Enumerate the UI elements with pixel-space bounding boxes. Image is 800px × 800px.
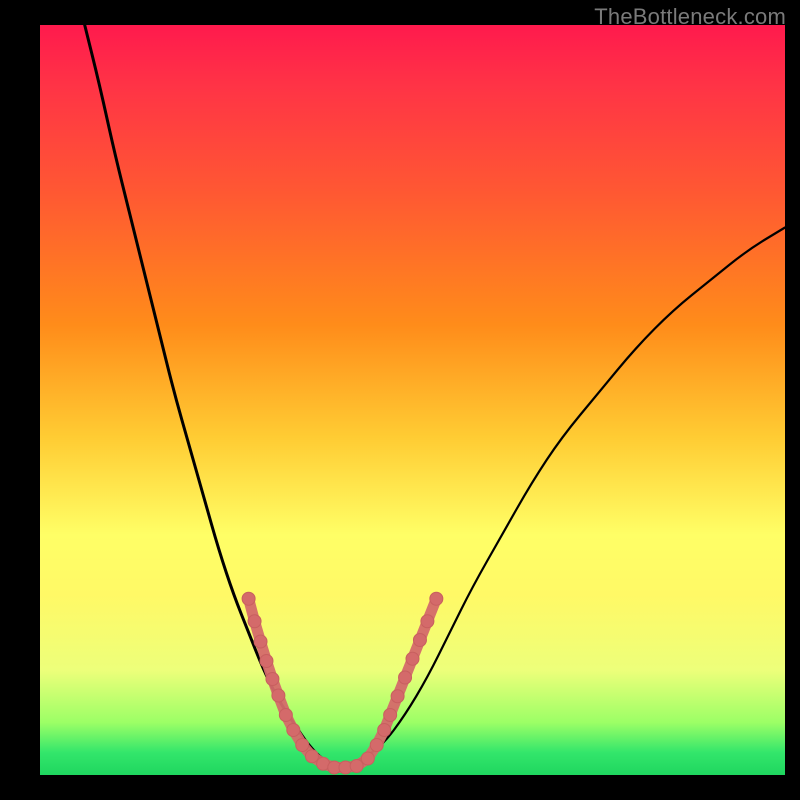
marker-dot xyxy=(254,635,267,648)
marker-dot xyxy=(305,750,318,763)
marker-dot xyxy=(350,760,363,773)
marker-dot xyxy=(391,690,404,703)
marker-dot xyxy=(248,615,261,628)
marker-dot xyxy=(399,671,412,684)
marker-dot xyxy=(370,739,383,752)
marker-dot xyxy=(430,592,443,605)
marker-dot xyxy=(296,739,309,752)
chart-svg xyxy=(40,25,785,775)
marker-dot xyxy=(378,724,391,737)
marker-dot xyxy=(384,709,397,722)
curve-left-branch xyxy=(85,25,338,768)
marker-dot xyxy=(413,634,426,647)
marker-dot xyxy=(272,689,285,702)
marker-dot xyxy=(287,724,300,737)
marker-dot xyxy=(242,592,255,605)
marker-dot xyxy=(361,752,374,765)
curve-lines xyxy=(85,25,785,768)
marker-dot xyxy=(260,655,273,668)
marker-dot xyxy=(406,652,419,665)
chart-frame: TheBottleneck.com xyxy=(0,0,800,800)
marker-dot xyxy=(421,615,434,628)
marker-dot xyxy=(266,673,279,686)
marker-dot xyxy=(279,709,292,722)
plot-area xyxy=(40,25,785,775)
curve-markers xyxy=(242,592,443,774)
